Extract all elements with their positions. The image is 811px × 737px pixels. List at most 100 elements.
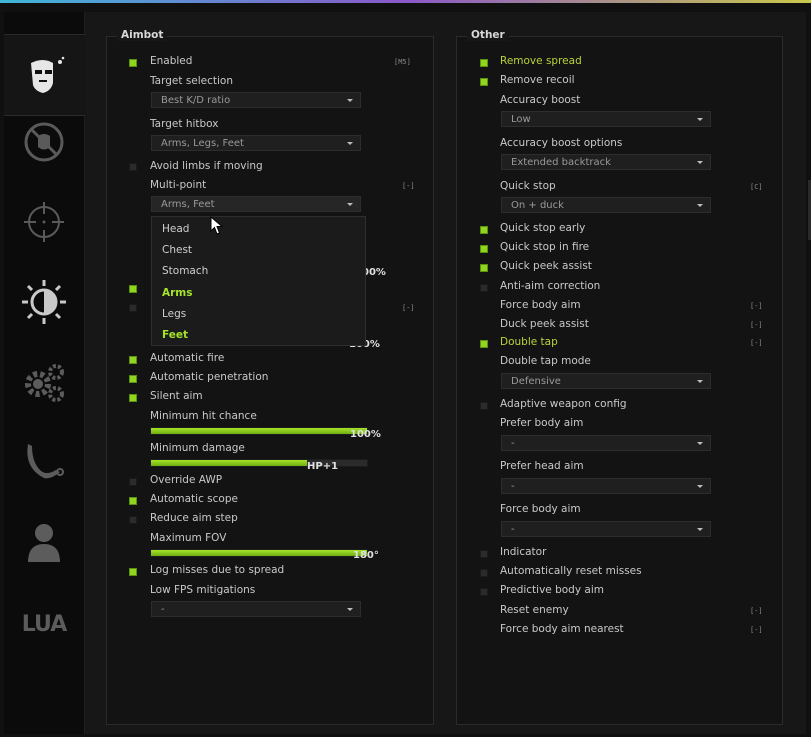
min-hit-chance-fill [151,428,367,434]
log-misses-checkbox[interactable] [129,568,137,576]
enabled-checkbox[interactable] [129,59,137,67]
option-chest[interactable]: Chest [162,244,192,256]
tab-skins[interactable] [4,422,84,502]
quick-stop-in-fire-checkbox[interactable] [480,245,488,253]
aimbot-title: Aimbot [117,29,168,41]
option-arms[interactable]: Arms [162,287,193,299]
accuracy-boost-options-dropdown[interactable]: Extended backtrack [501,154,711,170]
gears-icon [25,364,64,402]
remove-recoil-checkbox[interactable] [480,78,488,86]
avoid-limbs-checkbox[interactable] [129,163,137,171]
low-fps-value: - [161,604,165,615]
silent-aim-checkbox[interactable] [129,394,137,402]
chevron-down-icon [697,528,703,531]
log-misses-label: Log misses due to spread [150,564,285,576]
prefer-body-aim-label: Prefer body aim [500,417,584,429]
lua-label: LUA [21,611,67,637]
option-feet[interactable]: Feet [162,329,188,341]
automatic-scope-checkbox[interactable] [129,497,137,505]
double-tap-mode-dropdown[interactable]: Defensive [501,373,711,389]
option-head[interactable]: Head [162,223,189,235]
double-tap-hotkey[interactable]: [-] [750,339,763,347]
force-body-aim-select-label: Force body aim [500,503,581,515]
hidden-checkbox-1[interactable] [129,285,137,293]
terrorist-head-icon [30,56,64,93]
override-awp-label: Override AWP [150,474,223,486]
chevron-down-icon [697,161,703,164]
quick-stop-label: Quick stop [500,180,556,192]
other-title: Other [467,29,509,41]
prefer-head-aim-dropdown[interactable]: - [501,478,711,494]
quick-stop-hotkey[interactable]: [C] [750,183,763,191]
accuracy-boost-options-value: Extended backtrack [511,157,611,168]
enabled-hotkey[interactable]: [M5] [394,58,411,66]
min-hit-chance-label: Minimum hit chance [150,410,257,422]
multipoint-options-popup: Head Chest Stomach Arms Legs Feet [151,216,366,346]
auto-reset-misses-label: Automatically reset misses [500,565,642,577]
double-tap-mode-label: Double tap mode [500,355,591,367]
auto-reset-misses-checkbox[interactable] [480,569,488,577]
double-tap-label: Double tap [500,336,558,348]
hidden-hotkey[interactable]: [-] [402,304,415,312]
reduce-aim-step-checkbox[interactable] [129,516,137,524]
person-icon [28,524,60,562]
min-hit-chance-slider[interactable] [150,427,368,435]
reset-enemy-label: Reset enemy [500,604,569,616]
force-body-aim-dropdown[interactable]: - [501,521,711,537]
target-selection-label: Target selection [150,75,234,87]
adaptive-weapon-config-checkbox[interactable] [480,402,488,410]
enabled-label: Enabled [150,55,193,67]
karambit-icon [27,444,64,479]
duck-peek-assist-label: Duck peek assist [500,318,589,330]
multipoint-hotkey[interactable]: [-] [402,182,415,190]
mouse-cursor-icon [210,216,224,235]
no-symbol-icon [24,122,64,162]
avoid-limbs-label: Avoid limbs if moving [150,160,263,172]
quick-peek-assist-checkbox[interactable] [480,264,488,272]
tab-misc[interactable] [4,342,84,422]
force-body-aim-hotkey[interactable]: [-] [750,302,763,310]
chevron-down-icon [697,118,703,121]
tab-legitbot[interactable] [4,182,84,262]
prefer-body-aim-dropdown[interactable]: - [501,435,711,451]
quick-stop-value: On + duck [511,200,564,211]
automatic-fire-label: Automatic fire [150,352,225,364]
quick-stop-dropdown[interactable]: On + duck [501,197,711,213]
tab-players[interactable] [4,502,84,582]
tab-anti-aim[interactable] [4,102,84,182]
automatic-penetration-label: Automatic penetration [150,371,269,383]
anti-aim-correction-checkbox[interactable] [480,284,488,292]
force-body-aim-value: - [511,524,515,535]
option-stomach[interactable]: Stomach [162,265,208,277]
accuracy-boost-dropdown[interactable]: Low [501,111,711,127]
tab-visuals[interactable] [4,262,84,342]
chevron-down-icon [347,99,353,102]
tab-sidebar: LUA [4,12,85,734]
min-damage-value: HP+1 [307,461,339,472]
target-selection-value: Best K/D ratio [161,95,231,106]
double-tap-mode-value: Defensive [511,376,561,387]
reset-enemy-hotkey[interactable]: [-] [750,607,763,615]
force-body-aim-nearest-hotkey[interactable]: [-] [750,626,763,634]
multipoint-dropdown[interactable]: Arms, Feet [151,196,361,212]
force-body-aim-nearest-label: Force body aim nearest [500,623,624,635]
automatic-fire-checkbox[interactable] [129,356,137,364]
max-fov-slider[interactable] [150,549,368,557]
override-awp-checkbox[interactable] [129,478,137,486]
automatic-penetration-checkbox[interactable] [129,375,137,383]
tab-lua[interactable]: LUA [4,584,84,664]
hidden-checkbox-2[interactable] [129,304,137,312]
low-fps-dropdown[interactable]: - [151,601,361,617]
chevron-down-icon [697,442,703,445]
predictive-body-aim-checkbox[interactable] [480,588,488,596]
duck-peek-assist-hotkey[interactable]: [-] [750,321,763,329]
quick-stop-early-checkbox[interactable] [480,226,488,234]
target-hitbox-dropdown[interactable]: Arms, Legs, Feet [151,135,361,151]
double-tap-checkbox[interactable] [480,340,488,348]
accuracy-boost-label: Accuracy boost [500,94,581,106]
remove-spread-checkbox[interactable] [480,59,488,67]
indicator-checkbox[interactable] [480,550,488,558]
target-selection-dropdown[interactable]: Best K/D ratio [151,92,361,108]
brightness-icon [22,280,66,324]
option-legs[interactable]: Legs [162,308,186,320]
